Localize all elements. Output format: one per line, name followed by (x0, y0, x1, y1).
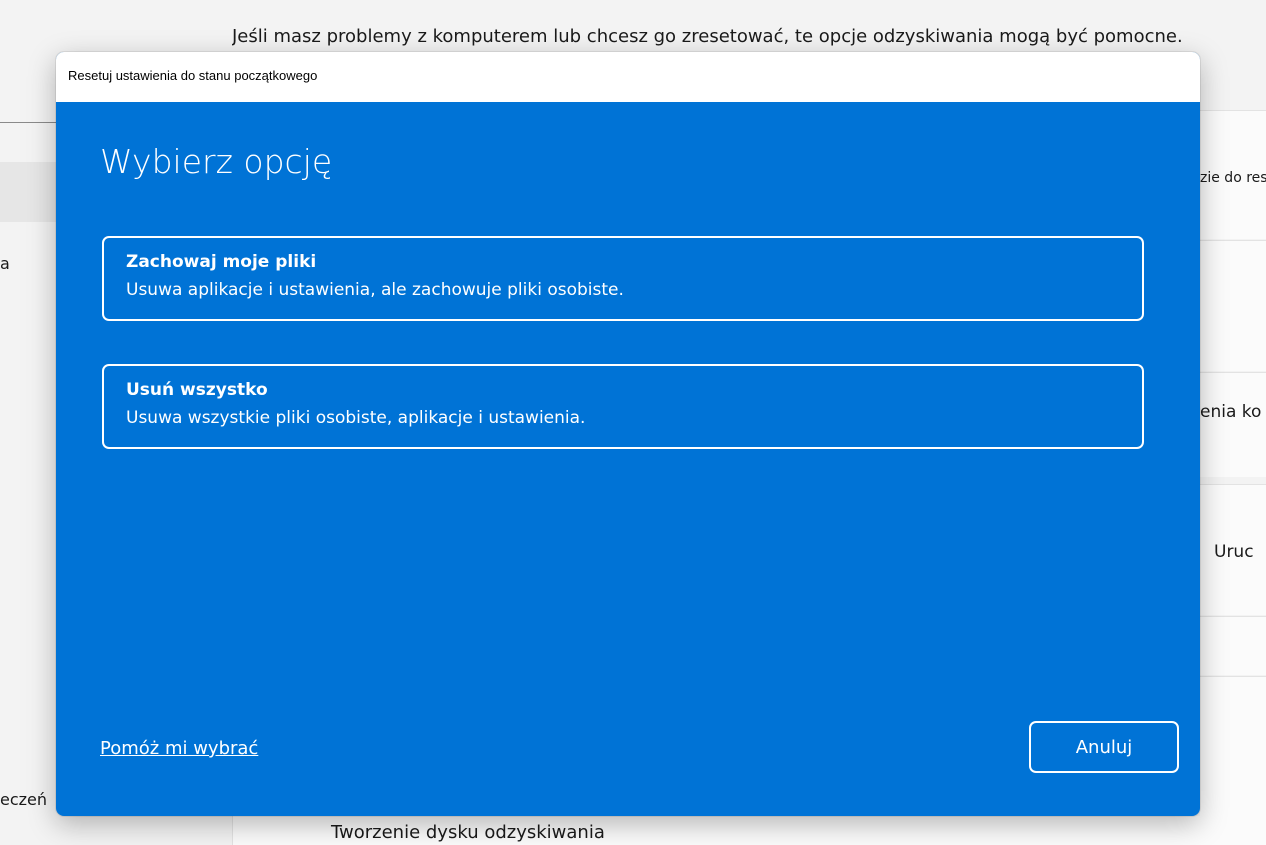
dialog-titlebar: Resetuj ustawienia do stanu początkowego (56, 52, 1200, 102)
option-description: Usuwa wszystkie pliki osobiste, aplikacj… (126, 408, 586, 428)
create-recovery-drive-link[interactable]: Tworzenie dysku odzyskiwania (331, 822, 605, 843)
recovery-card-label: zie do resetowania (1200, 170, 1266, 186)
recovery-card (1200, 372, 1266, 477)
help-me-choose-link[interactable]: Pomóż mi wybrać (100, 738, 258, 759)
sidebar-item-label[interactable]: eczeń (0, 790, 56, 809)
recovery-card (1200, 676, 1266, 817)
recovery-card (1200, 240, 1266, 371)
keep-my-files-option[interactable]: Zachowaj moje pliki Usuwa aplikacje i us… (102, 236, 1144, 321)
sidebar-selected-item[interactable] (0, 162, 56, 222)
dialog-heading: Wybierz opcję (100, 142, 333, 181)
reset-pc-dialog: Resetuj ustawienia do stanu początkowego… (56, 52, 1200, 816)
settings-search-box[interactable] (0, 56, 56, 123)
option-description: Usuwa aplikacje i ustawienia, ale zachow… (126, 280, 624, 300)
cancel-button[interactable]: Anuluj (1029, 721, 1179, 773)
recovery-card (1200, 616, 1266, 675)
remove-everything-option[interactable]: Usuń wszystko Usuwa wszystkie pliki osob… (102, 364, 1144, 449)
advanced-startup-button[interactable]: Uruc (1214, 542, 1266, 562)
dialog-title: Resetuj ustawienia do stanu początkowego (68, 68, 318, 83)
option-title: Zachowaj moje pliki (126, 252, 317, 272)
sidebar-item-label[interactable]: a (0, 254, 56, 273)
recovery-card-label: enia ko (1200, 402, 1262, 422)
recovery-intro-text: Jeśli masz problemy z komputerem lub chc… (232, 26, 1183, 47)
option-title: Usuń wszystko (126, 380, 268, 400)
